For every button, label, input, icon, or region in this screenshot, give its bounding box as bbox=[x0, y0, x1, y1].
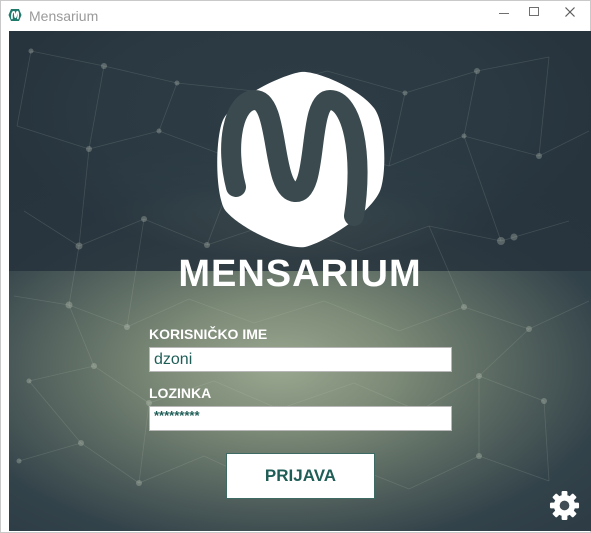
password-label: LOZINKA bbox=[149, 385, 212, 401]
title-bar[interactable]: Mensarium bbox=[1, 1, 590, 30]
gear-icon[interactable] bbox=[549, 490, 580, 521]
window-title: Mensarium bbox=[29, 8, 99, 24]
login-panel: MENSARIUM KORISNIČKO IME dzoni LOZINKA *… bbox=[9, 31, 591, 531]
brand-name: MENSARIUM bbox=[178, 253, 422, 295]
login-button[interactable]: PRIJAVA bbox=[226, 453, 375, 499]
close-icon[interactable] bbox=[551, 1, 589, 23]
username-label: KORISNIČKO IME bbox=[149, 326, 268, 342]
maximize-icon[interactable] bbox=[519, 1, 549, 23]
username-input[interactable]: dzoni bbox=[149, 347, 452, 372]
mensarium-logo-icon bbox=[8, 9, 22, 21]
password-input[interactable]: ********* bbox=[149, 406, 452, 431]
mensarium-logo bbox=[217, 71, 385, 248]
minimize-icon[interactable] bbox=[489, 1, 519, 23]
app-window: Mensarium MENSARIUM KORISNIČKO IME dzoni… bbox=[0, 0, 591, 533]
